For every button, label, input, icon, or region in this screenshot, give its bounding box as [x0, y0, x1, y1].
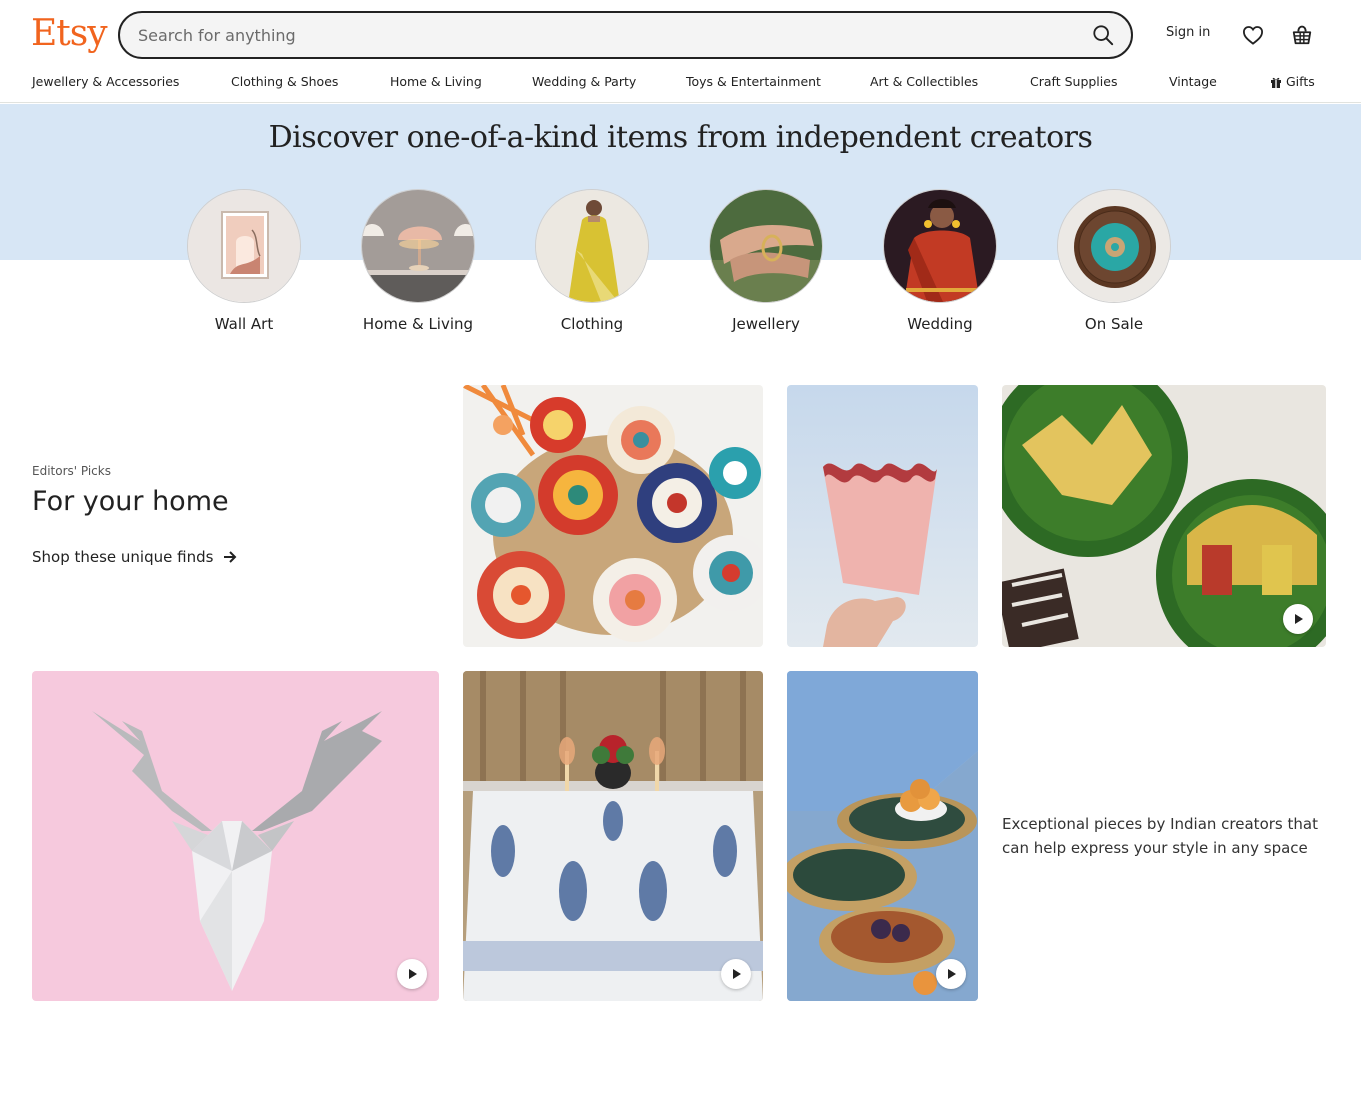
product-image	[32, 671, 439, 1001]
category-label: Jewellery	[732, 315, 800, 333]
play-icon	[948, 969, 956, 979]
product-image	[463, 671, 763, 1001]
play-video-button[interactable]	[1283, 604, 1313, 634]
search-button[interactable]	[1085, 17, 1121, 53]
shop-unique-finds-link[interactable]: Shop these unique finds	[32, 548, 237, 566]
search-bar	[118, 11, 1133, 59]
nav-gifts[interactable]: Gifts	[1270, 74, 1315, 89]
product-tile-plates[interactable]	[1002, 385, 1326, 647]
sign-in-link[interactable]: Sign in	[1166, 25, 1210, 40]
nav-toys-entertainment[interactable]: Toys & Entertainment	[686, 74, 821, 89]
category-wall-art[interactable]: Wall Art	[187, 189, 301, 333]
play-video-button[interactable]	[936, 959, 966, 989]
category-image	[187, 189, 301, 303]
category-image	[1057, 189, 1171, 303]
product-tile-cushions[interactable]	[463, 385, 763, 647]
hero-title: Discover one-of-a-kind items from indepe…	[268, 120, 1093, 155]
gift-icon	[1271, 77, 1281, 88]
category-label: Home & Living	[362, 315, 474, 333]
category-label: Wall Art	[214, 315, 274, 333]
nav-home-living[interactable]: Home & Living	[390, 74, 482, 89]
search-icon	[1093, 25, 1114, 46]
nav-gifts-label: Gifts	[1286, 74, 1315, 89]
nav-craft-supplies[interactable]: Craft Supplies	[1030, 74, 1117, 89]
search-input[interactable]	[138, 13, 1078, 57]
category-nav: Jewellery & Accessories Clothing & Shoes…	[32, 74, 1332, 94]
play-icon	[1295, 614, 1303, 624]
product-image	[463, 385, 763, 647]
etsy-logo[interactable]: Etsy	[31, 12, 108, 56]
nav-art-collectibles[interactable]: Art & Collectibles	[870, 74, 978, 89]
play-video-button[interactable]	[721, 959, 751, 989]
product-image	[1002, 385, 1326, 647]
category-clothing[interactable]: Clothing	[535, 189, 649, 333]
product-image	[787, 671, 978, 1001]
category-label: Clothing	[560, 315, 624, 333]
category-wedding[interactable]: Wedding	[883, 189, 997, 333]
product-image	[787, 385, 978, 647]
product-tile-tablecloth[interactable]	[463, 671, 763, 1001]
shop-unique-finds-label: Shop these unique finds	[32, 548, 214, 566]
cart-button[interactable]	[1288, 21, 1316, 49]
nav-wedding-party[interactable]: Wedding & Party	[532, 74, 636, 89]
category-image	[709, 189, 823, 303]
category-image	[361, 189, 475, 303]
product-tile-trays[interactable]	[787, 671, 978, 1001]
play-video-button[interactable]	[397, 959, 427, 989]
product-tile-planter[interactable]	[787, 385, 978, 647]
category-on-sale[interactable]: On Sale	[1057, 189, 1171, 333]
category-jewellery[interactable]: Jewellery	[709, 189, 823, 333]
site-header: Etsy Sign in Jewellery & Accessories Clo…	[0, 0, 1361, 103]
editors-picks-title: For your home	[32, 486, 229, 517]
category-image	[883, 189, 997, 303]
nav-vintage[interactable]: Vintage	[1169, 74, 1217, 89]
product-tile-deer[interactable]	[32, 671, 439, 1001]
editors-picks-description: Exceptional pieces by Indian creators th…	[1002, 815, 1318, 857]
heart-icon	[1242, 26, 1264, 45]
play-icon	[409, 969, 417, 979]
category-image	[535, 189, 649, 303]
nav-clothing-shoes[interactable]: Clothing & Shoes	[231, 74, 338, 89]
category-home-living[interactable]: Home & Living	[361, 189, 475, 333]
editors-picks-kicker: Editors' Picks	[32, 464, 111, 478]
cart-icon	[1292, 25, 1312, 45]
favorites-button[interactable]	[1240, 22, 1266, 48]
category-label: On Sale	[1084, 315, 1144, 333]
category-label: Wedding	[907, 315, 973, 333]
nav-jewellery-accessories[interactable]: Jewellery & Accessories	[32, 74, 179, 89]
arrow-right-icon	[224, 551, 237, 563]
play-icon	[733, 969, 741, 979]
